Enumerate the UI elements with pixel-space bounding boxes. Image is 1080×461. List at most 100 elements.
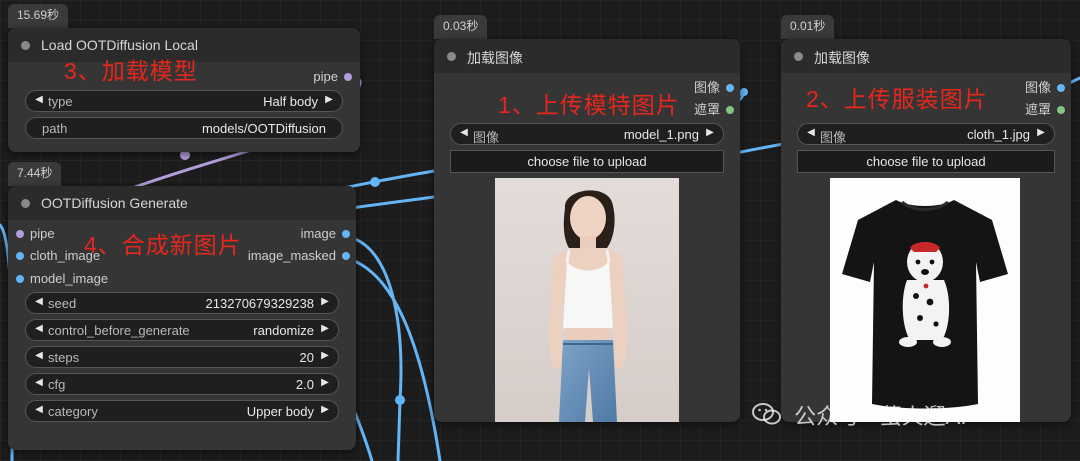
decrement-arrow-icon[interactable]: ◀ bbox=[33, 94, 45, 105]
type-combo[interactable]: ◀ type Half body ▶ bbox=[25, 90, 343, 112]
widget-label: control_before_generate bbox=[48, 323, 190, 338]
widget-value: randomize bbox=[253, 323, 314, 338]
slot-label: 遮罩 bbox=[693, 102, 720, 117]
collapse-dot-icon[interactable] bbox=[21, 41, 30, 50]
decrement-arrow-icon[interactable]: ◀ bbox=[458, 127, 470, 138]
node-header[interactable]: OOTDiffusion Generate bbox=[8, 186, 356, 220]
model-image-preview bbox=[495, 178, 679, 422]
annotation-generate: 4、合成新图片 bbox=[84, 232, 242, 258]
widget-label: cfg bbox=[48, 377, 66, 392]
image-slot-icon[interactable] bbox=[1057, 84, 1065, 92]
image-slot-icon[interactable] bbox=[16, 275, 24, 283]
increment-arrow-icon[interactable]: ▶ bbox=[323, 94, 335, 105]
model-slot-icon[interactable] bbox=[344, 73, 352, 81]
widget-value: 20 bbox=[299, 350, 314, 365]
seed-input[interactable]: ◀ seed 213270679329238 ▶ bbox=[25, 292, 339, 314]
node-title: 加载图像 bbox=[467, 50, 523, 66]
widget-value: 213270679329238 bbox=[205, 296, 314, 311]
collapse-dot-icon[interactable] bbox=[21, 199, 30, 208]
decrement-arrow-icon[interactable]: ◀ bbox=[33, 377, 45, 388]
widget-value: Upper body bbox=[246, 404, 314, 419]
cloth-image-preview bbox=[830, 178, 1020, 422]
output-slot-mask[interactable]: 遮罩 bbox=[1025, 102, 1065, 118]
node-header[interactable]: 加载图像 bbox=[781, 39, 1071, 73]
upload-button[interactable]: choose file to upload bbox=[450, 150, 724, 173]
image-slot-icon[interactable] bbox=[342, 252, 350, 260]
input-slot-pipe[interactable]: pipe bbox=[16, 226, 55, 242]
widget-label: 图像 bbox=[820, 130, 847, 145]
slot-label: image bbox=[300, 226, 336, 241]
slot-label: pipe bbox=[313, 69, 338, 84]
increment-arrow-icon[interactable]: ▶ bbox=[704, 127, 716, 138]
widget-label: steps bbox=[48, 350, 80, 365]
widget-label: 图像 bbox=[473, 130, 500, 145]
increment-arrow-icon[interactable]: ▶ bbox=[319, 404, 331, 415]
mask-slot-icon[interactable] bbox=[726, 106, 734, 114]
decrement-arrow-icon[interactable]: ◀ bbox=[805, 127, 817, 138]
output-slot-image[interactable]: 图像 bbox=[694, 80, 734, 96]
slot-label: 图像 bbox=[693, 80, 720, 95]
slot-label: image_masked bbox=[247, 248, 336, 263]
widget-label: path bbox=[42, 121, 68, 136]
execution-time-badge: 15.69秒 bbox=[8, 4, 69, 28]
increment-arrow-icon[interactable]: ▶ bbox=[319, 377, 331, 388]
wechat-icon bbox=[752, 402, 782, 432]
image-slot-icon[interactable] bbox=[16, 252, 24, 260]
output-slot-image-masked[interactable]: image_masked bbox=[248, 248, 350, 264]
decrement-arrow-icon[interactable]: ◀ bbox=[33, 323, 45, 334]
wechat-watermark: 公众号 · 萤火遛AI bbox=[752, 402, 967, 429]
cfg-input[interactable]: ◀ cfg 2.0 ▶ bbox=[25, 373, 339, 395]
increment-arrow-icon[interactable]: ▶ bbox=[319, 296, 331, 307]
watermark-text: 公众号 · 萤火遛AI bbox=[794, 404, 967, 429]
wire-output-masked bbox=[350, 258, 442, 461]
steps-input[interactable]: ◀ steps 20 ▶ bbox=[25, 346, 339, 368]
decrement-arrow-icon[interactable]: ◀ bbox=[33, 350, 45, 361]
decrement-arrow-icon[interactable]: ◀ bbox=[33, 404, 45, 415]
annotation-load-model: 3、加载模型 bbox=[64, 58, 198, 84]
model-photo-image bbox=[495, 178, 679, 422]
image-file-combo[interactable]: ◀ 图像 cloth_1.jpg ▶ bbox=[797, 123, 1055, 145]
widget-value: model_1.png bbox=[623, 127, 699, 142]
decrement-arrow-icon[interactable]: ◀ bbox=[33, 296, 45, 307]
execution-time-badge: 0.03秒 bbox=[434, 15, 488, 39]
slot-label: pipe bbox=[30, 226, 55, 241]
path-field[interactable]: path models/OOTDiffusion bbox=[25, 117, 343, 139]
control-before-generate-combo[interactable]: ◀ control_before_generate randomize ▶ bbox=[25, 319, 339, 341]
slot-label: 遮罩 bbox=[1024, 102, 1051, 117]
load-ootdiffusion-node[interactable]: Load OOTDiffusion Local pipe ◀ type Half… bbox=[8, 28, 360, 152]
collapse-dot-icon[interactable] bbox=[794, 52, 803, 61]
annotation-cloth-image: 2、上传服装图片 bbox=[806, 86, 988, 112]
widget-value: 2.0 bbox=[295, 377, 314, 392]
image-slot-icon[interactable] bbox=[726, 84, 734, 92]
increment-arrow-icon[interactable]: ▶ bbox=[319, 350, 331, 361]
increment-arrow-icon[interactable]: ▶ bbox=[1035, 127, 1047, 138]
collapse-dot-icon[interactable] bbox=[447, 52, 456, 61]
slot-label: model_image bbox=[30, 271, 109, 286]
slot-label: 图像 bbox=[1024, 80, 1051, 95]
widget-label: category bbox=[48, 404, 98, 419]
output-slot-image[interactable]: 图像 bbox=[1025, 80, 1065, 96]
widget-value: cloth_1.jpg bbox=[967, 127, 1030, 142]
widget-label: type bbox=[48, 94, 73, 109]
node-title: 加载图像 bbox=[814, 50, 870, 66]
image-slot-icon[interactable] bbox=[342, 230, 350, 238]
model-slot-icon[interactable] bbox=[16, 230, 24, 238]
widget-value: Half body bbox=[263, 94, 318, 109]
annotation-model-image: 1、上传模特图片 bbox=[498, 92, 680, 118]
output-slot-mask[interactable]: 遮罩 bbox=[694, 102, 734, 118]
upload-button[interactable]: choose file to upload bbox=[797, 150, 1055, 173]
output-slot-image[interactable]: image bbox=[301, 226, 350, 242]
mask-slot-icon[interactable] bbox=[1057, 106, 1065, 114]
output-slot-pipe[interactable]: pipe bbox=[313, 69, 352, 85]
widget-label: seed bbox=[48, 296, 77, 311]
execution-time-badge: 0.01秒 bbox=[781, 15, 835, 39]
widget-value: models/OOTDiffusion bbox=[201, 121, 326, 136]
image-file-combo[interactable]: ◀ 图像 model_1.png ▶ bbox=[450, 123, 724, 145]
increment-arrow-icon[interactable]: ▶ bbox=[319, 323, 331, 334]
tshirt-photo-image bbox=[830, 178, 1020, 422]
node-title: Load OOTDiffusion Local bbox=[41, 37, 198, 53]
node-header[interactable]: 加载图像 bbox=[434, 39, 740, 73]
input-slot-model-image[interactable]: model_image bbox=[16, 271, 108, 287]
category-combo[interactable]: ◀ category Upper body ▶ bbox=[25, 400, 339, 422]
execution-time-badge: 7.44秒 bbox=[8, 162, 62, 186]
